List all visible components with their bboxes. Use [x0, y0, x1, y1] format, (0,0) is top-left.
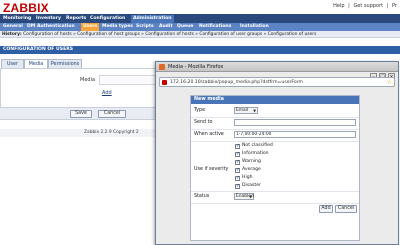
checkbox[interactable]: ✓	[235, 175, 240, 181]
checkbox[interactable]: ✓	[235, 167, 240, 173]
zabbix-logo[interactable]: ZABBIX	[3, 1, 49, 15]
chevron-down-icon: ▼	[253, 108, 256, 113]
divider	[191, 141, 359, 142]
window-controls: –□×	[368, 63, 395, 80]
new-media-panel: New media Type Email ▼ Send to When acti…	[190, 95, 360, 241]
submenu-general[interactable]: General	[1, 23, 25, 31]
add-media-link[interactable]: Add	[102, 90, 112, 96]
menu-inventory[interactable]: Inventory	[34, 15, 63, 23]
top-bar: ZABBIX Help | Get support | Pr	[0, 0, 400, 15]
main-menu: Monitoring Inventory Reports Configurati…	[0, 14, 400, 23]
separator: |	[348, 3, 350, 9]
chevron-down-icon: ▼	[249, 194, 252, 199]
zabbix-favicon	[162, 80, 167, 85]
media-label: Media	[80, 77, 96, 83]
send-to-label: Send to	[194, 120, 213, 125]
url-bar[interactable]: 172.16.20.10/zabbix/popup_media.php?dstf…	[159, 77, 395, 87]
submenu-authentication[interactable]: Authentication	[35, 23, 77, 31]
submenu-audit[interactable]: Audit	[157, 23, 175, 31]
top-links: Help | Get support | Pr	[331, 3, 397, 9]
firefox-icon	[159, 64, 165, 70]
popup-cancel-button[interactable]: Cancel	[335, 205, 357, 213]
print-link[interactable]: Pr	[392, 3, 397, 9]
checkbox[interactable]: ✓	[235, 183, 240, 189]
media-popup-window: Media - Mozilla Firefox –□× 172.16.20.10…	[155, 61, 399, 245]
divider	[191, 203, 359, 204]
menu-monitoring[interactable]: Monitoring	[1, 15, 33, 23]
divider	[191, 129, 359, 130]
form-button-row: Save Cancel	[0, 107, 162, 119]
media-list	[99, 75, 159, 85]
severity-label: Use if severity	[194, 167, 229, 172]
type-value: Email	[236, 108, 249, 113]
cancel-button[interactable]: Cancel	[98, 110, 126, 118]
type-label: Type	[194, 108, 206, 113]
new-media-title: New media	[191, 96, 359, 104]
footer: Zabbix 2.2.9 Copyright 2	[0, 129, 162, 137]
help-link[interactable]: Help	[333, 3, 344, 9]
divider	[191, 191, 359, 192]
submenu-notifications[interactable]: Notifications	[197, 23, 233, 31]
breadcrumb: History: Configuration of hosts » Config…	[0, 31, 400, 38]
status-select[interactable]: Enabled ▼	[234, 193, 254, 200]
menu-administration[interactable]: Administration	[131, 15, 174, 23]
save-button[interactable]: Save	[70, 110, 92, 118]
when-active-label: When active	[194, 132, 224, 137]
popup-window-title: Media - Mozilla Firefox	[168, 64, 224, 70]
send-to-input[interactable]	[234, 119, 356, 126]
checkbox[interactable]: ✓	[235, 143, 240, 149]
submenu-queue[interactable]: Queue	[175, 23, 195, 31]
add-button[interactable]: Add	[319, 205, 333, 213]
submenu-installation[interactable]: Installation	[238, 23, 271, 31]
submenu-media-types[interactable]: Media types	[100, 23, 135, 31]
separator: |	[386, 3, 389, 9]
type-select[interactable]: Email ▼	[234, 107, 258, 114]
submenu-users[interactable]: Users	[81, 23, 100, 31]
url-text[interactable]: 172.16.20.10/zabbix/popup_media.php?dstf…	[170, 78, 303, 87]
divider	[191, 117, 359, 118]
menu-configuration[interactable]: Configuration	[88, 15, 127, 23]
history-path[interactable]: Configuration of hosts » Configuration o…	[23, 32, 316, 37]
get-support-link[interactable]: Get support	[353, 3, 383, 9]
footer-copyright: Zabbix 2.2.9 Copyright 2	[84, 130, 139, 135]
history-label: History:	[2, 32, 22, 37]
checkbox[interactable]: ✓	[235, 151, 240, 157]
sub-menu: General DM Authentication Users Media ty…	[0, 23, 400, 31]
menu-reports[interactable]: Reports	[64, 15, 88, 23]
checkbox[interactable]: ✓	[235, 159, 240, 165]
star-icon[interactable]: ☆	[387, 78, 392, 87]
status-label: Status	[194, 194, 210, 199]
page-title: CONFIGURATION OF USERS	[0, 46, 400, 54]
popup-titlebar[interactable]: Media - Mozilla Firefox –□×	[156, 62, 398, 80]
when-active-input[interactable]: 1-7,00:00-24:00	[234, 131, 356, 138]
submenu-scripts[interactable]: Scripts	[134, 23, 156, 31]
